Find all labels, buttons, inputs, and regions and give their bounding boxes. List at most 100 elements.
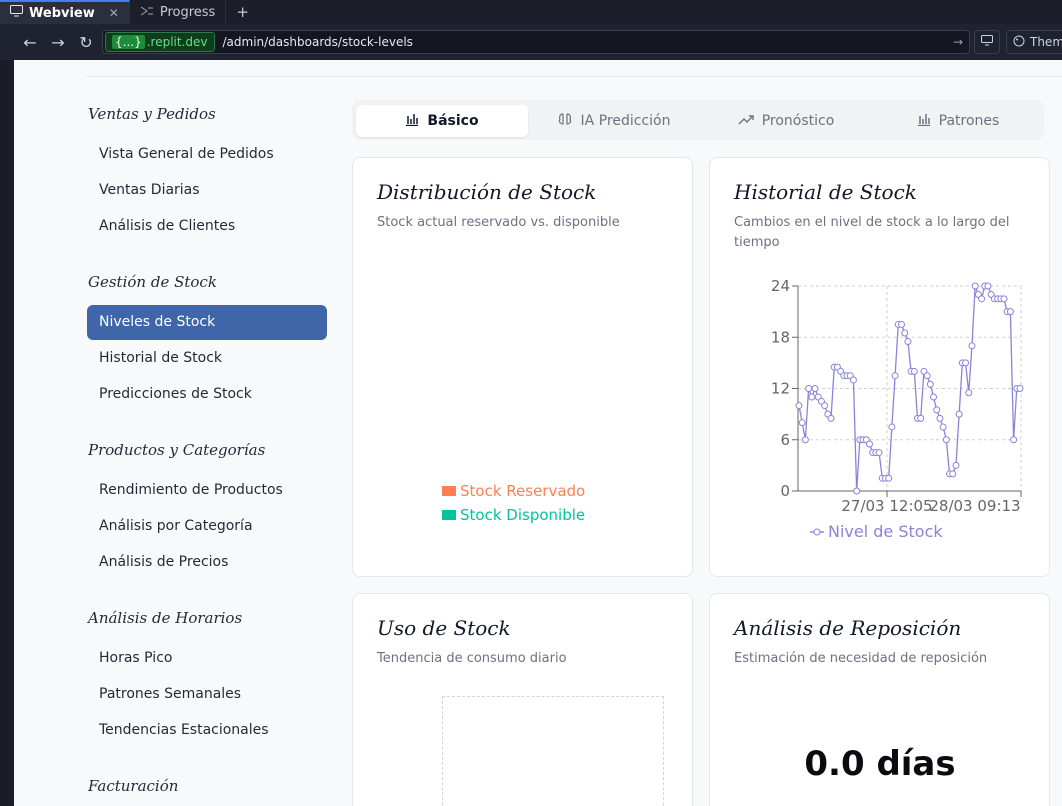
sidebar-item-analisis-precios[interactable]: Análisis de Precios: [87, 545, 327, 580]
y-tick-label: 6: [780, 431, 790, 449]
data-point[interactable]: [801, 436, 809, 444]
side-panel-edge: [0, 60, 14, 806]
card-title: Distribución de Stock: [377, 180, 597, 204]
data-point[interactable]: [952, 461, 960, 469]
data-point[interactable]: [853, 487, 861, 495]
data-point[interactable]: [811, 385, 819, 392]
data-point[interactable]: [962, 359, 970, 367]
legend-label: Stock Disponible: [460, 506, 586, 524]
data-point[interactable]: [930, 393, 938, 401]
close-icon[interactable]: ✕: [109, 6, 119, 20]
legend-item-reservado[interactable]: Stock Reservado: [442, 482, 585, 500]
sidebar-item-analisis-categoria[interactable]: Análisis por Categoría: [87, 509, 327, 544]
card-subtitle: Tendencia de consumo diario: [377, 651, 567, 666]
section-title-productos: Productos y Categorías: [88, 441, 266, 459]
sidebar-item-tendencias-estacionales[interactable]: Tendencias Estacionales: [87, 713, 327, 748]
progress-icon: [140, 5, 154, 20]
data-point[interactable]: [984, 282, 992, 290]
y-tick-label: 12: [771, 380, 790, 398]
data-point[interactable]: [795, 402, 803, 410]
data-point[interactable]: [926, 380, 934, 388]
tab-webview[interactable]: Webview ✕: [0, 0, 130, 24]
sidebar-item-historial-stock[interactable]: Historial de Stock: [87, 341, 327, 376]
sidebar-item-patrones-semanales[interactable]: Patrones Semanales: [87, 677, 327, 712]
tab-label: IA Predicción: [580, 113, 671, 129]
divider: [86, 76, 1062, 77]
data-point[interactable]: [1010, 436, 1018, 444]
tab-progress[interactable]: Progress: [130, 0, 227, 24]
data-point[interactable]: [965, 389, 973, 397]
tab-patrones[interactable]: Patrones: [872, 105, 1044, 137]
data-point[interactable]: [1000, 295, 1008, 303]
tab-basico[interactable]: Básico: [356, 105, 528, 137]
devtools-button[interactable]: [974, 30, 1000, 54]
theme-button[interactable]: Them: [1006, 30, 1062, 54]
card-title: Historial de Stock: [734, 180, 917, 204]
plus-icon: +: [236, 3, 249, 21]
data-point[interactable]: [942, 436, 950, 444]
legend-swatch: [442, 486, 456, 496]
url-path: /admin/dashboards/stock-levels: [222, 35, 413, 49]
data-point[interactable]: [955, 410, 963, 418]
data-point[interactable]: [821, 402, 829, 410]
legend-item-disponible[interactable]: Stock Disponible: [442, 506, 585, 524]
back-icon[interactable]: ←: [16, 33, 44, 52]
sidebar-item-horas-pico[interactable]: Horas Pico: [87, 641, 327, 676]
sidebar-item-rendimiento-productos[interactable]: Rendimiento de Productos: [87, 473, 327, 508]
data-point[interactable]: [798, 419, 806, 427]
data-point[interactable]: [949, 470, 957, 478]
legend-label-nivel-de-stock[interactable]: Nivel de Stock: [828, 522, 943, 541]
view-tabs: Básico IA Predicción Pronóstico Patrones: [352, 100, 1044, 140]
data-point[interactable]: [933, 406, 941, 414]
sidebar-item-predicciones-stock[interactable]: Predicciones de Stock: [87, 377, 327, 412]
data-point[interactable]: [939, 423, 947, 431]
theme-label: Them: [1030, 35, 1062, 49]
data-point[interactable]: [978, 295, 986, 303]
data-point[interactable]: [923, 372, 931, 380]
reload-icon[interactable]: ↻: [72, 33, 100, 52]
section-title-horarios: Análisis de Horarios: [88, 609, 243, 627]
data-point[interactable]: [865, 440, 873, 448]
new-tab-button[interactable]: +: [226, 0, 259, 24]
go-arrow-icon[interactable]: →: [953, 35, 963, 49]
data-point[interactable]: [968, 342, 976, 350]
data-point[interactable]: [1006, 308, 1014, 316]
dashboard-page: Ventas y Pedidos Vista General de Pedido…: [14, 60, 1062, 806]
address-bar: ← → ↻ {...} .replit.dev /admin/dashboards…: [0, 24, 1062, 60]
tab-pronostico[interactable]: Pronóstico: [700, 105, 872, 137]
card-subtitle: Estimación de necesidad de reposición: [734, 651, 988, 666]
data-point[interactable]: [805, 385, 813, 392]
data-point[interactable]: [888, 423, 896, 431]
forward-icon[interactable]: →: [44, 33, 72, 52]
y-tick-label: 24: [771, 277, 790, 295]
sidebar-item-niveles-stock[interactable]: Niveles de Stock: [87, 305, 327, 340]
data-point[interactable]: [827, 414, 835, 422]
card-subtitle: Stock actual reservado vs. disponible: [377, 215, 620, 230]
section-title-facturacion: Facturación: [88, 777, 179, 795]
sidebar-item-vista-general[interactable]: Vista General de Pedidos: [87, 137, 327, 172]
data-point[interactable]: [936, 414, 944, 422]
data-point[interactable]: [808, 393, 816, 401]
data-point[interactable]: [897, 320, 905, 328]
data-point[interactable]: [971, 282, 979, 290]
data-point[interactable]: [849, 376, 857, 384]
section-title-stock: Gestión de Stock: [88, 273, 217, 291]
data-point[interactable]: [885, 474, 893, 482]
sidebar-item-ventas-diarias[interactable]: Ventas Diarias: [87, 173, 327, 208]
url-input[interactable]: {...} .replit.dev /admin/dashboards/stock…: [102, 30, 970, 54]
sidebar-item-analisis-clientes[interactable]: Análisis de Clientes: [87, 209, 327, 244]
data-point[interactable]: [891, 372, 899, 380]
trending-up-icon: [738, 113, 754, 129]
browser-tabbar: Webview ✕ Progress +: [0, 0, 1062, 24]
data-point[interactable]: [1016, 385, 1024, 392]
url-host-badge: {...} .replit.dev: [105, 32, 215, 52]
data-point[interactable]: [901, 329, 909, 337]
bar-chart-icon: [917, 113, 931, 130]
tab-ia-prediccion[interactable]: IA Predicción: [528, 105, 700, 137]
data-point[interactable]: [904, 338, 912, 346]
palette-icon: [1013, 35, 1025, 50]
data-point[interactable]: [910, 367, 918, 375]
x-tick-label: 27/03 12:05: [841, 497, 932, 515]
data-point[interactable]: [917, 414, 925, 422]
data-point[interactable]: [875, 449, 883, 457]
